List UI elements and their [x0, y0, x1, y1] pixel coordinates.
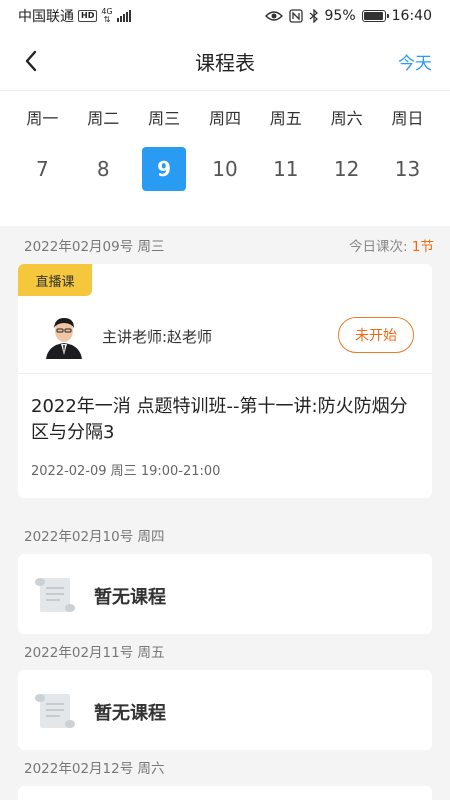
weekday-label: 周二 [87, 109, 120, 128]
hd-badge: HD [78, 10, 98, 22]
data-arrows-icon: ⇅ [103, 15, 111, 24]
date-number: 9 [142, 147, 187, 191]
teacher-row: 主讲老师:赵老师 未开始 [18, 308, 432, 374]
weekday-label: 周四 [208, 109, 241, 128]
date-header: 2022年02月09号 周三 今日课次: 1节 [24, 235, 434, 255]
date-cell[interactable]: 10 [195, 147, 256, 191]
date-number: 13 [394, 157, 421, 181]
date-header: 2022年02月10号 周四 [24, 525, 434, 545]
empty-course-card: 暂无课程 [18, 554, 432, 634]
date-cell[interactable]: 11 [255, 147, 316, 191]
course-card[interactable]: 直播课 主讲老师:赵老师 未开始 2022年一消 点题特训班--第十一讲:防火防… [18, 264, 432, 498]
lesson-count-label: 今日课次: [349, 239, 408, 255]
date-number: 11 [273, 157, 299, 181]
status-badge: 未开始 [338, 317, 414, 353]
empty-text: 暂无课程 [94, 703, 166, 724]
date-number: 8 [96, 157, 110, 181]
clock: 16:40 [391, 8, 432, 24]
section-date: 2022年02月09号 周三 [24, 239, 165, 255]
eye-icon [264, 11, 283, 21]
course-card-partial [18, 786, 432, 800]
carrier-name: 中国联通 [18, 9, 74, 25]
date-cell-selected[interactable]: 9 [134, 147, 195, 191]
today-button[interactable]: 今天 [398, 49, 432, 74]
course-title: 2022年一消 点题特训班--第十一讲:防火防烟分区与分隔3 [31, 396, 408, 443]
date-number: 12 [333, 157, 360, 181]
weekday-label: 周五 [269, 109, 302, 128]
date-row: 7 8 9 10 11 12 13 [12, 147, 438, 191]
status-right: 95% 16:40 [264, 8, 432, 24]
bluetooth-icon [309, 9, 318, 23]
teacher-avatar [44, 311, 84, 359]
empty-course-card: 暂无课程 [18, 670, 432, 750]
network-badge: 4G ⇅ [101, 8, 112, 24]
signal-icon [116, 10, 131, 22]
date-cell[interactable]: 13 [377, 147, 438, 191]
lesson-count: 今日课次: 1节 [349, 235, 434, 255]
back-button[interactable] [18, 48, 44, 74]
date-number: 10 [212, 157, 238, 181]
weekday-label: 周一 [26, 109, 59, 128]
weekday-row: 周一 周二 周三 周四 周五 周六 周日 [12, 105, 438, 129]
weekday-label: 周三 [148, 109, 181, 128]
weekday-label: 周六 [330, 109, 363, 128]
battery-percent: 95% [324, 8, 356, 24]
battery-icon [361, 10, 389, 22]
empty-scroll-icon [35, 578, 75, 612]
teacher-name: 主讲老师:赵老师 [102, 328, 213, 346]
date-number: 7 [36, 157, 49, 181]
empty-text: 暂无课程 [94, 587, 166, 608]
date-cell[interactable]: 7 [12, 147, 73, 191]
date-cell[interactable]: 8 [73, 147, 134, 191]
nav-bar: 课程表 今天 [0, 32, 450, 90]
live-course-tag: 直播课 [18, 264, 92, 296]
lesson-count-value: 1节 [411, 239, 434, 255]
date-header: 2022年02月12号 周六 [24, 757, 434, 777]
section-date: 2022年02月10号 周四 [24, 529, 165, 545]
week-selector: 周一 周二 周三 周四 周五 周六 周日 7 8 9 10 11 12 13 [0, 90, 450, 226]
page-title: 课程表 [195, 50, 255, 75]
nfc-icon [288, 9, 303, 23]
date-header: 2022年02月11号 周五 [24, 641, 434, 661]
section-date: 2022年02月12号 周六 [24, 761, 165, 777]
empty-scroll-icon [35, 694, 75, 728]
status-bar: 中国联通 HD 4G ⇅ 95% 16:40 [0, 0, 450, 32]
date-cell[interactable]: 12 [316, 147, 377, 191]
course-time: 2022-02-09 周三 19:00-21:00 [31, 464, 221, 479]
section-date: 2022年02月11号 周五 [24, 645, 165, 661]
weekday-label: 周日 [391, 109, 424, 128]
status-left: 中国联通 HD 4G ⇅ [18, 6, 131, 26]
chevron-left-icon [25, 50, 37, 72]
